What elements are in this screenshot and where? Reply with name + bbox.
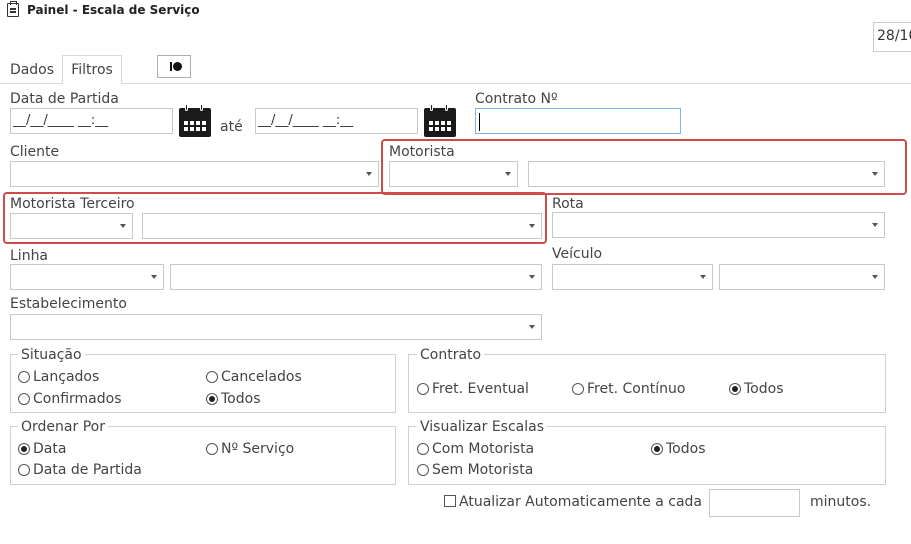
motorista-code-select[interactable] xyxy=(389,161,518,187)
tab-dados[interactable]: Dados xyxy=(4,56,60,84)
chevron-down-icon xyxy=(120,224,126,228)
chevron-down-icon xyxy=(366,172,372,176)
veiculo-label: Veículo xyxy=(552,246,603,262)
data-partida-label: Data de Partida xyxy=(10,91,119,107)
panel-icon xyxy=(7,1,19,17)
chevron-down-icon xyxy=(505,172,511,176)
contrato-group-title: Contrato xyxy=(417,347,485,363)
tab-filtros[interactable]: Filtros xyxy=(62,55,122,84)
linha-label: Linha xyxy=(10,248,49,264)
motorista-label: Motorista xyxy=(389,144,455,160)
chevron-down-icon xyxy=(529,224,535,228)
contrato-no-label: Contrato Nº xyxy=(475,91,558,107)
chevron-down-icon xyxy=(872,275,878,279)
motorista-terceiro-name-select[interactable] xyxy=(142,213,542,239)
calendar-to-icon[interactable] xyxy=(423,104,457,138)
estabelecimento-label: Estabelecimento xyxy=(10,296,127,312)
ate-label: até xyxy=(220,119,243,135)
veiculo-code-select[interactable] xyxy=(552,264,713,290)
chevron-down-icon xyxy=(151,275,157,279)
linha-name-select[interactable] xyxy=(170,264,542,290)
chevron-down-icon xyxy=(700,275,706,279)
linha-code-select[interactable] xyxy=(10,264,164,290)
chevron-down-icon xyxy=(872,223,878,227)
visualizar-title: Visualizar Escalas xyxy=(417,419,547,435)
chevron-down-icon xyxy=(529,325,535,329)
cliente-label: Cliente xyxy=(10,144,60,160)
contrato-no-input[interactable] xyxy=(475,108,681,134)
rota-label: Rota xyxy=(552,196,584,212)
estabelecimento-select[interactable] xyxy=(10,314,542,340)
auto-update-suffix: minutos. xyxy=(810,494,872,510)
text-caret xyxy=(479,113,480,131)
chevron-down-icon xyxy=(872,172,878,176)
data-partida-to-input[interactable]: __/__/____ __:__ xyxy=(255,108,418,134)
chevron-down-icon xyxy=(529,275,535,279)
calendar-from-icon[interactable] xyxy=(178,104,212,138)
date-display: 28/10 xyxy=(873,22,911,52)
auto-update-checkbox[interactable] xyxy=(444,495,456,507)
record-icon xyxy=(170,62,172,71)
cliente-select[interactable] xyxy=(10,161,379,187)
record-button[interactable] xyxy=(157,55,191,78)
rota-select[interactable] xyxy=(552,212,885,238)
motorista-name-select[interactable] xyxy=(528,161,885,187)
tab-strip-divider xyxy=(0,83,911,84)
situacao-title: Situação xyxy=(18,347,85,363)
auto-update-minutes-input[interactable] xyxy=(709,489,800,517)
window-title: Painel - Escala de Serviço xyxy=(27,3,200,17)
veiculo-name-select[interactable] xyxy=(719,264,885,290)
data-partida-from-input[interactable]: __/__/____ __:__ xyxy=(10,108,173,134)
ordenar-title: Ordenar Por xyxy=(18,419,108,435)
motorista-terceiro-label: Motorista Terceiro xyxy=(10,196,135,212)
auto-update-label: Atualizar Automaticamente a cada xyxy=(459,494,703,510)
motorista-terceiro-code-select[interactable] xyxy=(10,213,133,239)
